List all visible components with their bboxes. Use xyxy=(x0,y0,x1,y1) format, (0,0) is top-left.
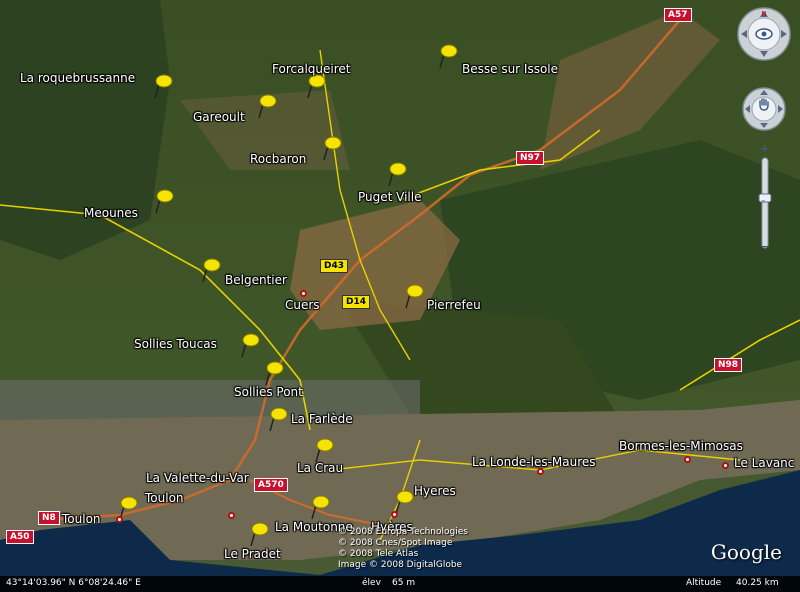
city-dot xyxy=(537,468,544,475)
city-dot xyxy=(228,512,235,519)
place-label: Sollies Pont xyxy=(234,385,303,399)
copyright-line: © 2008 Tele Atlas xyxy=(338,549,419,559)
road-shield-n97: N97 xyxy=(516,151,545,165)
place-label: La roquebrussanne xyxy=(20,71,136,85)
place-label: Toulon xyxy=(62,512,101,526)
place-label: Toulon xyxy=(145,491,184,505)
zoom-out-button[interactable]: − xyxy=(760,240,769,253)
place-label: Hyeres xyxy=(414,484,456,498)
zoom-in-button[interactable]: + xyxy=(760,142,769,155)
pushpin-icon[interactable] xyxy=(263,359,285,387)
google-logo: Google xyxy=(710,540,782,564)
pushpin-icon[interactable] xyxy=(256,92,278,120)
pushpin-icon[interactable] xyxy=(267,405,289,433)
coordinates-readout: 43°14'03.96" N 6°08'24.46" E xyxy=(6,578,141,588)
place-label: Le Pradet xyxy=(224,547,281,561)
place-label: Rocbaron xyxy=(250,152,307,166)
place-label: Meounes xyxy=(84,206,138,220)
pushpin-icon[interactable] xyxy=(309,493,331,521)
place-label: La Crau xyxy=(297,461,344,475)
pushpin-icon[interactable] xyxy=(239,331,261,359)
city-dot xyxy=(300,290,307,297)
place-label: Sollies Toucas xyxy=(134,337,217,351)
elevation-label: élev xyxy=(362,578,381,588)
copyright-line: © 2008 Europa Technologies xyxy=(338,527,468,537)
place-label: Besse sur Issole xyxy=(462,62,559,76)
elevation-value: 65 m xyxy=(392,578,416,588)
road-shield-a570: A570 xyxy=(254,478,288,492)
pushpin-icon[interactable] xyxy=(437,42,459,70)
place-label: Forcalqueiret xyxy=(272,62,351,76)
place-label: La Valette-du-Var xyxy=(146,471,249,485)
road-shield-d14: D14 xyxy=(342,295,370,309)
place-label: La Farlède xyxy=(291,412,353,426)
place-label: Puget Ville xyxy=(358,190,422,204)
satellite-map[interactable]: A57 N97 D43 D14 N98 A570 N8 A50 La roque… xyxy=(0,0,800,592)
place-label: La Londe-les-Maures xyxy=(472,455,596,469)
place-label: Cuers xyxy=(285,298,320,312)
road-shield-a50: A50 xyxy=(6,530,34,544)
place-label: Belgentier xyxy=(225,273,287,287)
road-shield-n8: N8 xyxy=(38,511,60,525)
road-shield-a57: A57 xyxy=(664,8,692,22)
place-label: Pierrefeu xyxy=(427,298,481,312)
navigation-controls: N xyxy=(736,6,792,136)
pushpin-icon[interactable] xyxy=(305,72,327,100)
city-dot xyxy=(722,462,729,469)
copyright-line: Image © 2008 DigitalGlobe xyxy=(338,560,463,570)
pushpin-icon[interactable] xyxy=(321,134,343,162)
road-shield-n98: N98 xyxy=(714,358,743,372)
zoom-mid-tick: – xyxy=(761,196,766,206)
city-dot xyxy=(391,511,398,518)
hand-icon xyxy=(759,98,769,111)
place-label: Bormes-les-Mimosas xyxy=(619,439,743,453)
eye-icon xyxy=(755,28,773,40)
road-shield-d43: D43 xyxy=(320,259,348,273)
pushpin-icon[interactable] xyxy=(313,436,335,464)
pushpin-icon[interactable] xyxy=(386,160,408,188)
pushpin-icon[interactable] xyxy=(248,520,270,548)
place-label: Le Lavanc xyxy=(734,456,795,470)
pushpin-icon[interactable] xyxy=(403,282,425,310)
pushpin-icon[interactable] xyxy=(152,72,174,100)
altitude-label: Altitude xyxy=(686,578,722,588)
status-bar: 43°14'03.96" N 6°08'24.46" E élev 65 m A… xyxy=(0,576,800,592)
copyright-notice: © 2008 Europa Technologies © 2008 Cnes/S… xyxy=(338,527,468,571)
pushpin-icon[interactable] xyxy=(200,256,222,284)
city-dot xyxy=(116,516,123,523)
altitude-value: 40.25 km xyxy=(736,578,779,588)
copyright-line: © 2008 Cnes/Spot Image xyxy=(338,538,453,548)
city-dot xyxy=(684,456,691,463)
place-label: Gareoult xyxy=(193,110,245,124)
svg-text:N: N xyxy=(761,10,766,18)
pushpin-icon[interactable] xyxy=(153,187,175,215)
